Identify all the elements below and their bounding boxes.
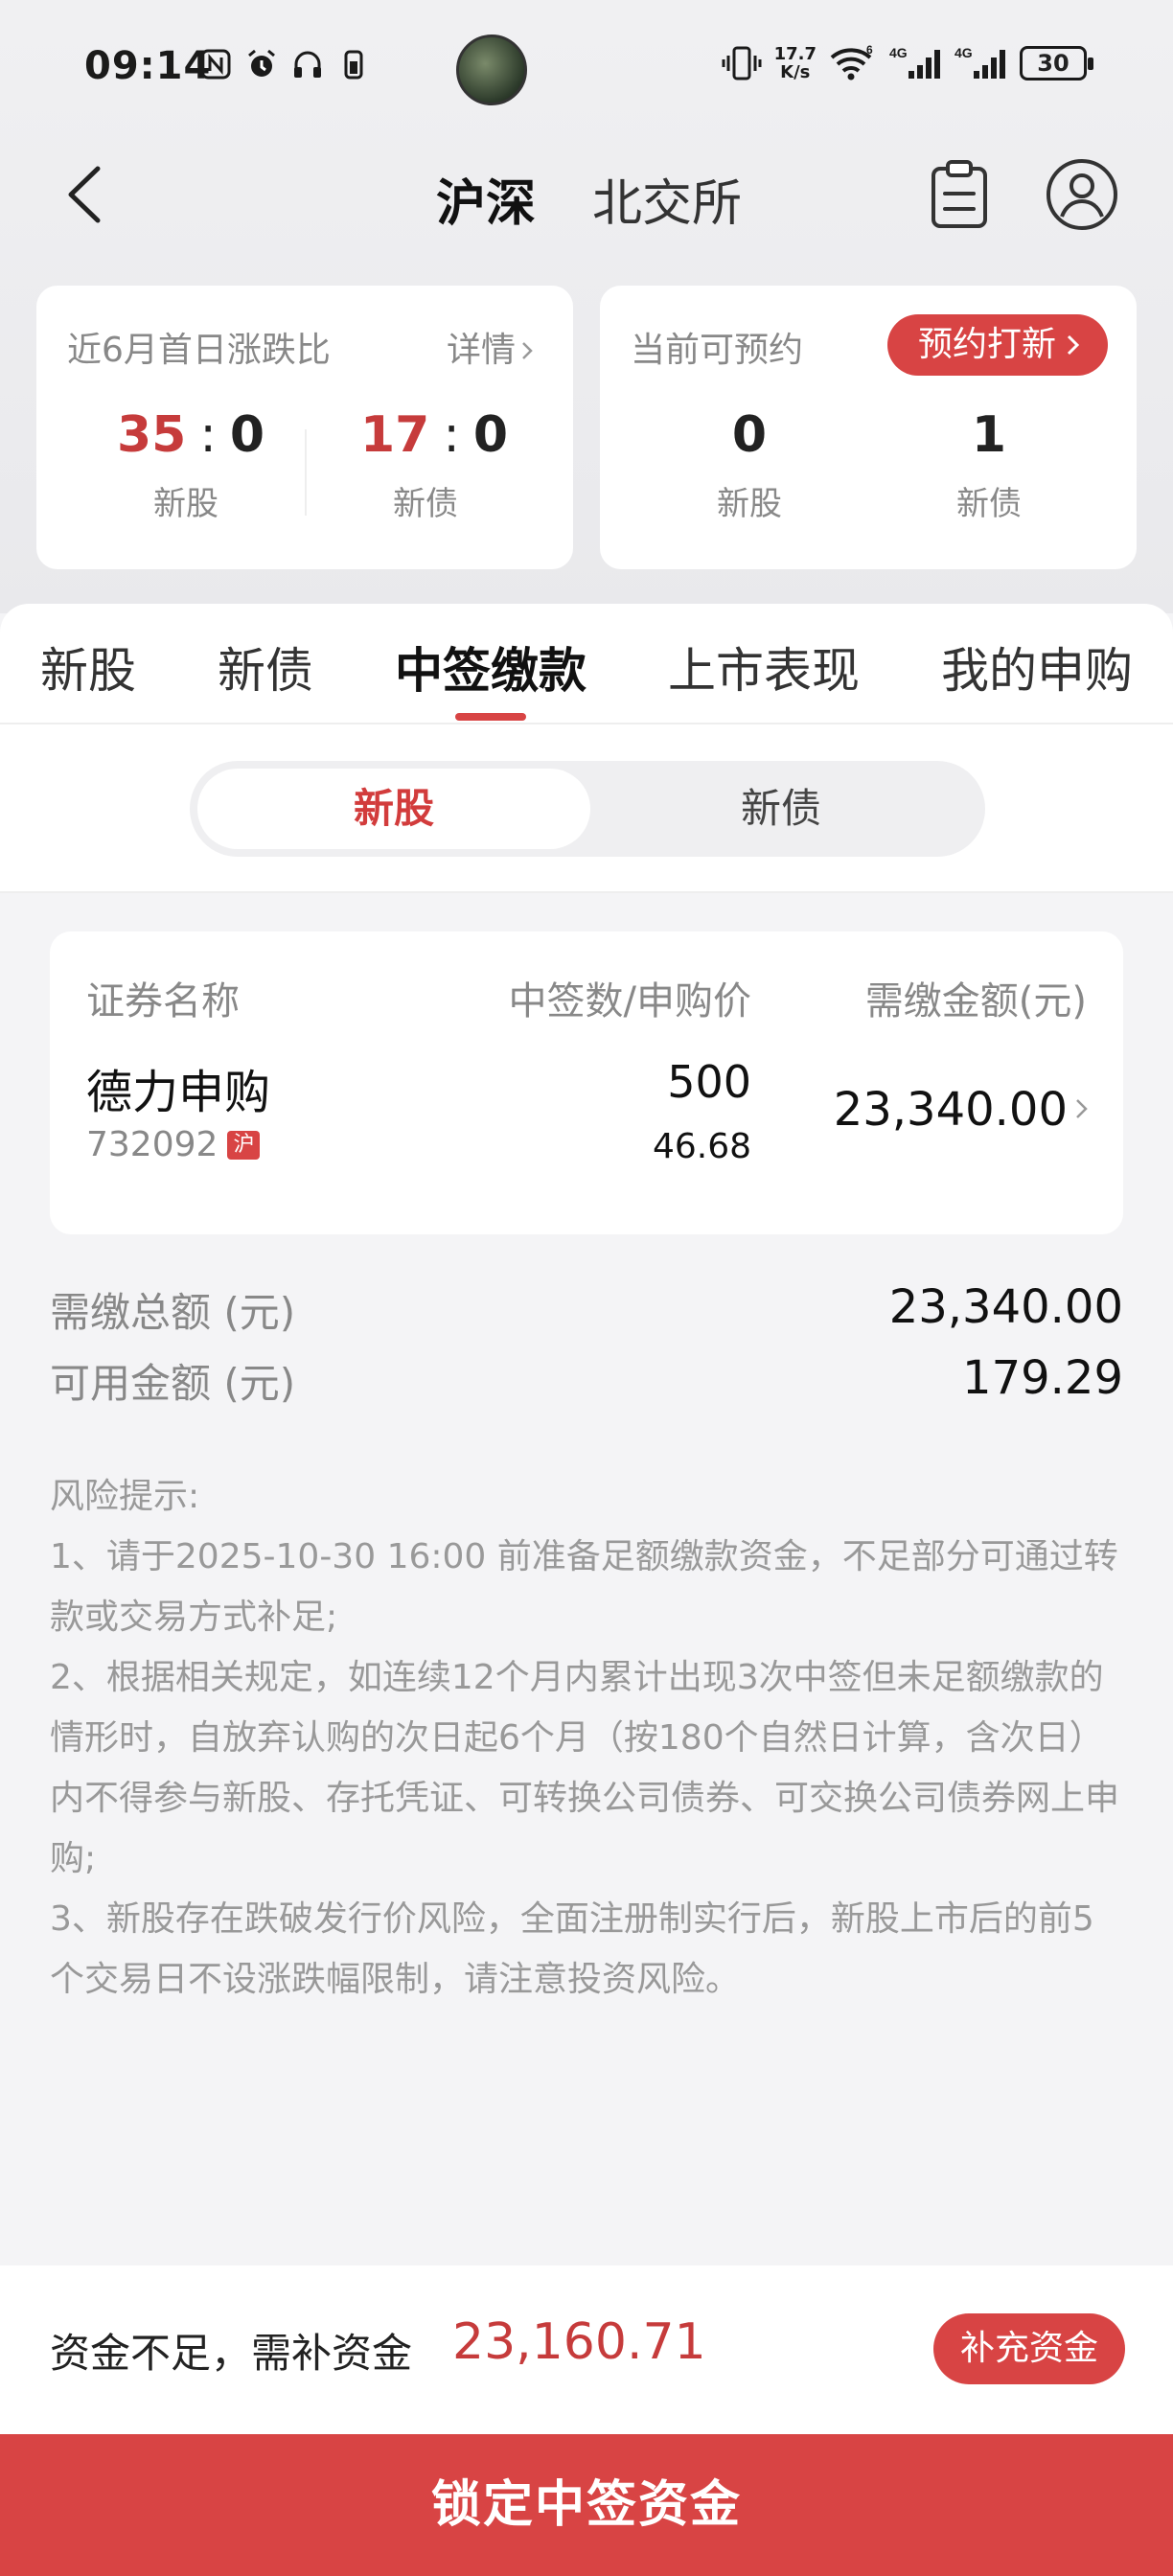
tab-my-subscriptions[interactable]: 我的申购 <box>941 632 1133 702</box>
bookable-card: 当前可预约 预约打新 0 新股 1 新债 <box>600 286 1137 569</box>
segment-area: 新股 新债 <box>0 724 1173 893</box>
bond-ratio-label: 新债 <box>393 485 458 523</box>
total-payable-value: 23,340.00 <box>888 1280 1123 1334</box>
notification-avatar <box>456 34 527 105</box>
payable-amount: 23,340.00 <box>833 1083 1068 1137</box>
shortfall-label: 资金不足，需补资金 <box>50 2330 413 2377</box>
bookable-stock-count: 0 <box>731 406 768 464</box>
earbuds-battery-icon <box>344 50 363 80</box>
svg-text:4G: 4G <box>889 45 908 60</box>
stock-ratio: 35:0 <box>117 406 265 464</box>
alarm-icon <box>248 49 275 77</box>
security-name: 德力申购 <box>86 1066 271 1119</box>
stock-bond-segment: 新股 新债 <box>190 761 985 857</box>
lock-allotment-funds-button[interactable]: 锁定中签资金 <box>0 2434 1173 2576</box>
tab-listing-performance[interactable]: 上市表现 <box>668 632 860 702</box>
risk-item: 3、新股存在跌破发行价风险，全面注册制实行后，新股上市后的前5个交易日不设涨跌幅… <box>50 1899 1094 1999</box>
stock-ratio-label: 新股 <box>153 485 218 523</box>
available-funds-row: 可用金额 (元) 179.29 <box>50 1351 1123 1409</box>
available-funds-label: 可用金额 (元) <box>50 1360 296 1407</box>
category-tab-bar: 新股 新债 中签缴款 上市表现 我的申购 <box>0 604 1173 724</box>
svg-text:4G: 4G <box>954 45 973 60</box>
user-icon[interactable] <box>1045 157 1119 232</box>
segment-new-stock[interactable]: 新股 <box>197 769 590 849</box>
risk-item: 1、请于2025-10-30 16:00 前准备足额缴款资金，不足部分可通过转款… <box>50 1537 1118 1637</box>
segment-new-bond[interactable]: 新债 <box>585 769 978 849</box>
details-link[interactable]: 详情 <box>447 322 535 372</box>
tab-new-stock[interactable]: 新股 <box>40 632 136 702</box>
book-ipo-button[interactable]: 预约打新 <box>886 314 1108 376</box>
card-title: 当前可预约 <box>631 331 804 370</box>
subscription-price: 46.68 <box>652 1127 751 1166</box>
total-payable-row: 需缴总额 (元) 23,340.00 <box>50 1280 1123 1338</box>
tab-allotment-payment[interactable]: 中签缴款 <box>395 632 586 702</box>
app-header: 沪深 北交所 <box>0 144 1173 249</box>
column-header-qty-price: 中签数/申购价 <box>508 979 751 1024</box>
column-header-name: 证券名称 <box>86 979 240 1024</box>
column-header-amount: 需缴金额(元) <box>864 979 1087 1024</box>
top-up-funds-button[interactable]: 补充资金 <box>933 2313 1125 2384</box>
risk-notice: 风险提示: 1、请于2025-10-30 16:00 前准备足额缴款资金，不足部… <box>50 1466 1123 2010</box>
tab-new-bond[interactable]: 新债 <box>218 632 313 702</box>
active-tab-indicator <box>455 713 526 721</box>
status-time: 09:14 <box>84 44 212 88</box>
signal-4g-icon-2: 4G <box>954 45 1005 79</box>
market-tab-hushen[interactable]: 沪深 <box>436 163 536 235</box>
bookable-bond-count: 1 <box>971 406 1007 464</box>
shortfall-bar: 资金不足，需补资金 23,160.71 补充资金 <box>0 2266 1173 2434</box>
vibrate-icon <box>722 46 762 80</box>
signal-4g-icon: 4G <box>889 45 940 79</box>
shortfall-amount: 23,160.71 <box>452 2313 706 2371</box>
headphones-icon <box>294 51 321 78</box>
battery-indicator: 30 <box>1020 46 1093 80</box>
status-bar: 09:14 17.7 K/s 6 4G 4G 30 <box>0 0 1173 144</box>
wifi-icon: 6 <box>830 44 873 80</box>
market-tab-bjs[interactable]: 北交所 <box>592 163 742 235</box>
available-funds-value: 179.29 <box>962 1351 1123 1405</box>
svg-text:6: 6 <box>866 44 873 57</box>
first-day-ratio-card: 近6月首日涨跌比 详情 35:0 新股 17:0 新债 <box>36 286 573 569</box>
status-left-icons <box>199 48 370 80</box>
bookable-stock-label: 新股 <box>717 485 782 523</box>
bookable-bond-label: 新债 <box>956 485 1022 523</box>
chevron-right-icon <box>1076 1099 1088 1118</box>
market-tag: 沪 <box>227 1130 261 1160</box>
security-code: 732092 沪 <box>86 1125 261 1164</box>
bond-ratio: 17:0 <box>360 406 509 464</box>
allotment-table: 证券名称 中签数/申购价 需缴金额(元) 德力申购 732092 沪 500 46… <box>50 932 1123 1234</box>
card-title: 近6月首日涨跌比 <box>67 331 331 370</box>
status-right-icons: 17.7 K/s 6 4G 4G 30 <box>721 44 1093 82</box>
nfc-icon <box>200 49 231 80</box>
risk-item: 2、根据相关规定，如连续12个月内累计出现3次中签但未足额缴款的情形时，自放弃认… <box>50 1658 1120 1878</box>
chevron-right-icon <box>522 342 533 359</box>
allotted-quantity: 500 <box>667 1056 751 1108</box>
risk-title: 风险提示: <box>50 1477 200 1516</box>
divider <box>305 429 307 516</box>
back-icon[interactable] <box>58 161 115 228</box>
net-speed: 17.7 K/s <box>773 44 816 82</box>
clipboard-icon[interactable] <box>922 157 997 232</box>
chevron-right-icon <box>1067 334 1080 356</box>
total-payable-label: 需缴总额 (元) <box>50 1289 296 1336</box>
